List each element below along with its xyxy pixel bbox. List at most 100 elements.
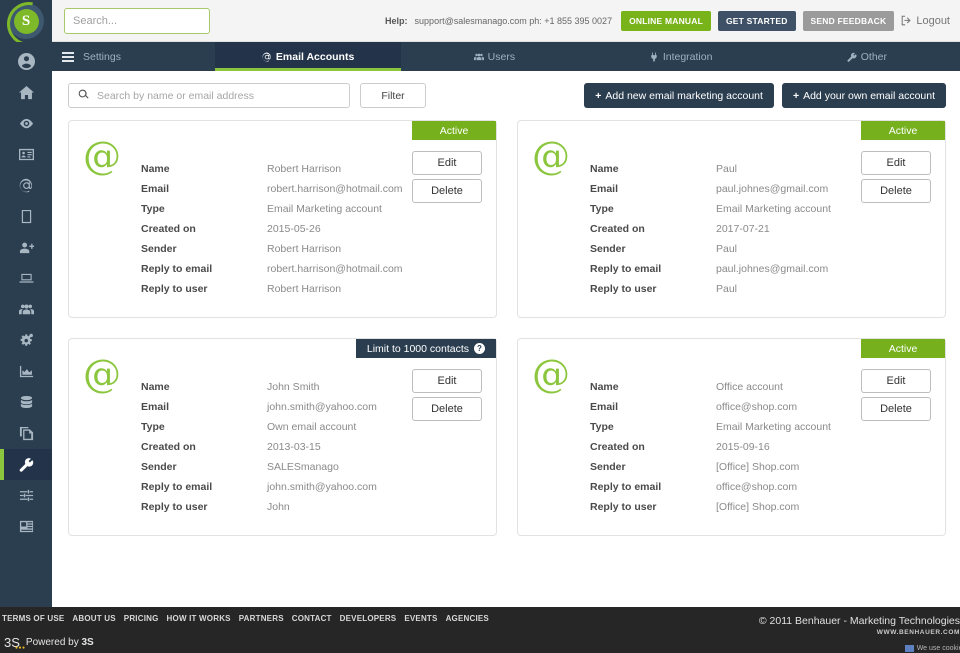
- delete-button[interactable]: Delete: [412, 397, 482, 421]
- card-actions: Edit Delete: [412, 369, 482, 425]
- cookie-notice: We use cookies: [904, 645, 960, 652]
- tab-other-label: Other: [860, 50, 887, 63]
- sidebar-item-reports[interactable]: [0, 511, 52, 542]
- add-email-marketing-account-label: Add new email marketing account: [605, 89, 763, 102]
- sidebar-item-database[interactable]: [0, 387, 52, 418]
- field-row: Created on 2017-07-21: [590, 223, 933, 243]
- field-row: Created on 2015-09-16: [590, 441, 933, 461]
- powered-by-text: Powered by 3S: [26, 637, 94, 648]
- field-label: Reply to user: [141, 501, 208, 513]
- footer-link-partners[interactable]: Partners: [239, 614, 284, 623]
- filter-button[interactable]: Filter: [360, 83, 426, 108]
- add-own-email-account-button[interactable]: + Add your own email account: [781, 83, 946, 108]
- sidebar-item-avatar[interactable]: [0, 46, 52, 77]
- field-value-email: robert.harrison@hotmail.com: [267, 183, 403, 195]
- sidebar-item-contacts[interactable]: [0, 139, 52, 170]
- delete-button[interactable]: Delete: [861, 179, 931, 203]
- copyright-block: © 2011 Benhauer - Marketing Technologies…: [759, 615, 960, 636]
- delete-button[interactable]: Delete: [861, 397, 931, 421]
- database-icon: [20, 395, 32, 409]
- cookie-icon: [904, 645, 914, 652]
- sidebar-item-monitoring[interactable]: [0, 108, 52, 139]
- sidebar-item-email-marketing[interactable]: [0, 170, 52, 201]
- sidebar-item-social[interactable]: [0, 294, 52, 325]
- logout-button[interactable]: Logout: [901, 15, 950, 27]
- field-row: Sender Paul: [590, 243, 933, 263]
- field-value-type: Email Marketing account: [716, 203, 831, 215]
- status-badge[interactable]: Active: [861, 339, 945, 358]
- add-own-email-account-label: Add your own email account: [803, 89, 935, 102]
- left-sidebar: [0, 42, 52, 653]
- field-value-name: Office account: [716, 381, 783, 393]
- footer-link-events[interactable]: Events: [404, 614, 437, 623]
- edit-button[interactable]: Edit: [861, 369, 931, 393]
- sidebar-item-automation[interactable]: [0, 325, 52, 356]
- edit-button[interactable]: Edit: [412, 369, 482, 393]
- main-content: Filter +Add new email marketing account …: [52, 71, 960, 607]
- sidebar-item-lead-generation[interactable]: [0, 232, 52, 263]
- field-value-reply-to-email: paul.johnes@gmail.com: [716, 263, 829, 275]
- footer-link-how-it-works[interactable]: How It Works: [167, 614, 231, 623]
- sidebar-item-analytics[interactable]: [0, 356, 52, 387]
- tab-other[interactable]: Other: [774, 42, 960, 71]
- app-logo[interactable]: S: [0, 0, 52, 42]
- home-icon: [18, 85, 34, 100]
- sidebar-item-preferences[interactable]: [0, 480, 52, 511]
- field-row: Reply to user [Office] Shop.com: [590, 501, 933, 521]
- online-manual-button[interactable]: ONLINE MANUAL: [621, 10, 711, 31]
- tab-email-accounts[interactable]: Email Accounts: [215, 42, 402, 71]
- account-search-input[interactable]: [97, 84, 349, 107]
- tab-users[interactable]: Users: [401, 42, 587, 71]
- help-contact: support@salesmanago.com ph: +1 855 395 0…: [414, 15, 613, 26]
- field-label: Created on: [141, 441, 196, 453]
- account-search-box[interactable]: [68, 83, 350, 108]
- status-badge[interactable]: Active: [861, 121, 945, 140]
- limit-badge[interactable]: Limit to 1000 contacts ?: [355, 339, 496, 358]
- edit-button[interactable]: Edit: [861, 151, 931, 175]
- field-label: Reply to email: [141, 481, 213, 493]
- field-value-reply-to-email: robert.harrison@hotmail.com: [267, 263, 403, 275]
- footer-link-about-us[interactable]: About Us: [72, 614, 115, 623]
- field-row: Created on 2015-05-26: [141, 223, 484, 243]
- help-icon[interactable]: ?: [474, 343, 485, 354]
- chart-area-icon: [19, 365, 33, 378]
- sidebar-item-settings[interactable]: [0, 449, 52, 480]
- field-label: Reply to email: [590, 481, 662, 493]
- sidebar-item-home[interactable]: [0, 77, 52, 108]
- wrench-icon: [847, 52, 857, 62]
- card-actions: Edit Delete: [861, 151, 931, 207]
- tab-integration[interactable]: Integration: [588, 42, 774, 71]
- sidebar-item-web-push[interactable]: [0, 263, 52, 294]
- field-label: Reply to user: [590, 501, 657, 513]
- field-label: Reply to email: [590, 263, 662, 275]
- delete-button[interactable]: Delete: [412, 179, 482, 203]
- send-feedback-button[interactable]: SEND FEEDBACK: [802, 10, 895, 31]
- footer-link-agencies[interactable]: Agencies: [446, 614, 489, 623]
- add-email-marketing-account-button[interactable]: + Add new email marketing account: [584, 83, 774, 108]
- edit-button[interactable]: Edit: [412, 151, 482, 175]
- tab-settings[interactable]: Settings: [52, 42, 215, 71]
- footer-link-contact[interactable]: Contact: [292, 614, 332, 623]
- field-label: Email: [590, 401, 619, 413]
- footer-link-pricing[interactable]: Pricing: [124, 614, 159, 623]
- field-label: Sender: [141, 243, 177, 255]
- field-value-created-on: 2013-03-15: [267, 441, 321, 453]
- footer-link-developers[interactable]: Developers: [340, 614, 397, 623]
- at-icon: @: [83, 134, 121, 178]
- powered-by: 3S Powered by 3S: [4, 635, 94, 651]
- benhauer-website[interactable]: WWW.BENHAUER.COM: [759, 629, 960, 636]
- field-row: Reply to email john.smith@yahoo.com: [141, 481, 484, 501]
- sidebar-item-files[interactable]: [0, 418, 52, 449]
- get-started-button[interactable]: GET STARTED: [717, 10, 796, 31]
- tab-integration-label: Integration: [662, 50, 713, 63]
- field-value-email: john.smith@yahoo.com: [267, 401, 377, 413]
- user-plus-icon: [19, 242, 34, 254]
- field-label: Type: [141, 421, 165, 433]
- top-bar: Help: support@salesmanago.com ph: +1 855…: [52, 0, 960, 42]
- sidebar-item-landing-pages[interactable]: [0, 201, 52, 232]
- global-search-input[interactable]: [64, 7, 210, 34]
- card-actions: Edit Delete: [412, 151, 482, 207]
- footer-link-terms-of-use[interactable]: Terms Of Use: [2, 614, 64, 623]
- status-badge[interactable]: Active: [412, 121, 496, 140]
- card-actions: Edit Delete: [861, 369, 931, 425]
